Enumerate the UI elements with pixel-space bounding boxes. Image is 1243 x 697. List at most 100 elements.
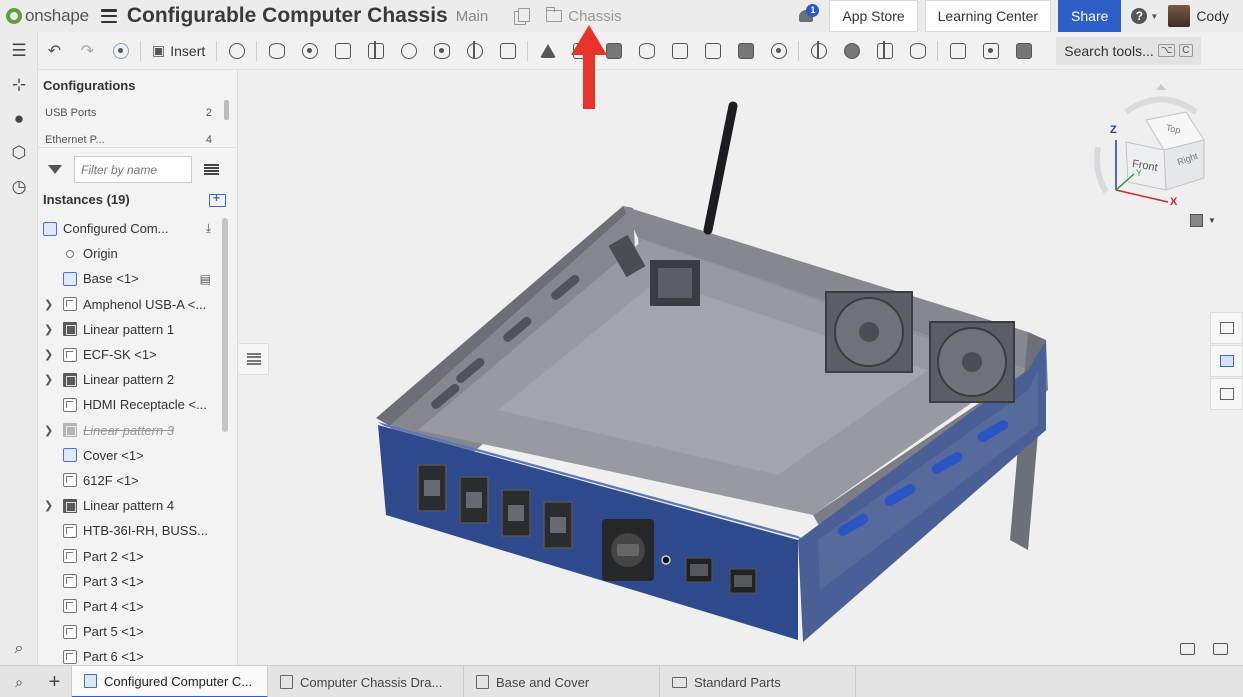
cylindrical-mate-icon[interactable] [392, 36, 425, 66]
appearance-panel-button[interactable] [1210, 345, 1243, 377]
list-item[interactable]: Cover <1> [38, 443, 223, 468]
list-item[interactable]: ❯ ECF-SK <1> [38, 342, 223, 367]
insert-button[interactable]: ▣ Insert [144, 36, 213, 66]
configuration-row[interactable]: USB Ports 2 [45, 107, 212, 119]
tangent-mate-icon[interactable] [531, 36, 564, 66]
mate-search-icon[interactable] [630, 36, 663, 66]
learning-center-button[interactable]: Learning Center [924, 0, 1052, 32]
feature-panel-toggle[interactable] [239, 343, 269, 375]
list-item[interactable]: HDMI Receptacle <... [38, 392, 223, 417]
instance-tree-scrollbar[interactable] [222, 218, 228, 432]
insert-mate-icon[interactable]: ⊹ [0, 68, 38, 102]
view-cube[interactable]: Top Front Right Z X Y [1086, 82, 1236, 232]
ball-mate-icon[interactable] [458, 36, 491, 66]
comments-icon[interactable]: ● [0, 102, 38, 136]
tab-drawing[interactable]: Computer Chassis Dra... [268, 666, 464, 697]
screw-relation-icon[interactable] [901, 36, 934, 66]
undo-icon[interactable]: ↶ [38, 36, 71, 66]
chevron-right-icon[interactable]: ❯ [44, 499, 53, 512]
list-item[interactable]: Origin [38, 241, 223, 266]
user-name[interactable]: Cody [1196, 8, 1229, 24]
linear-relation-icon[interactable] [868, 36, 901, 66]
configuration-row[interactable]: Ethernet P... 4 [45, 134, 212, 146]
list-view-icon[interactable] [204, 163, 219, 176]
parts-list-icon[interactable]: ⬡ [0, 136, 38, 170]
chevron-right-icon[interactable]: ❯ [44, 373, 53, 386]
filter-input[interactable] [74, 156, 192, 183]
list-item[interactable]: Base <1> ▤ [38, 266, 223, 291]
measure-icon[interactable] [941, 36, 974, 66]
list-item[interactable]: ❯ Amphenol USB-A <... [38, 292, 223, 317]
view-search-icon[interactable]: ⌕ [0, 666, 38, 697]
list-item[interactable]: Part 4 <1> [38, 594, 223, 619]
branch-label[interactable]: Main [456, 8, 489, 25]
document-title[interactable]: Configurable Computer Chassis [127, 4, 448, 28]
list-item[interactable]: HTB-36I-RH, BUSS... [38, 518, 223, 543]
relation-icon[interactable] [663, 36, 696, 66]
add-tab-button[interactable]: + [38, 666, 72, 697]
planar-mate-icon[interactable] [359, 36, 392, 66]
selection-tool-icon[interactable] [104, 36, 137, 66]
properties-panel-button[interactable] [1210, 312, 1243, 344]
section-view-icon[interactable] [974, 36, 1007, 66]
graphics-viewport[interactable]: Top Front Right Z X Y ▼ [238, 25, 1243, 665]
list-item[interactable]: Part 2 <1> [38, 543, 223, 568]
configurations-scrollbar[interactable] [224, 100, 229, 120]
chevron-right-icon[interactable]: ❯ [44, 424, 53, 437]
list-item[interactable]: ❯ Linear pattern 3 [38, 418, 223, 443]
fastened-mate-icon[interactable] [260, 36, 293, 66]
gear-icon[interactable] [835, 36, 868, 66]
onshape-logo[interactable]: onshape [6, 6, 89, 26]
display-mode-icon[interactable] [1180, 643, 1195, 655]
part-icon [63, 297, 77, 312]
list-item[interactable]: ❯ Linear pattern 1 [38, 317, 223, 342]
help-dropdown-icon[interactable]: ▼ [1150, 12, 1158, 21]
explode-icon[interactable] [729, 36, 762, 66]
list-item[interactable]: Part 6 <1> [38, 644, 223, 665]
list-item[interactable]: ❯ Linear pattern 4 [38, 493, 223, 518]
revolute-mate-icon[interactable] [293, 36, 326, 66]
share-button[interactable]: Share [1058, 0, 1122, 32]
tab-assembly[interactable]: Configured Computer C... [72, 666, 268, 697]
pin-slot-mate-icon[interactable] [425, 36, 458, 66]
download-icon[interactable]: ⤓ [206, 221, 211, 236]
bom-icon[interactable] [1007, 36, 1040, 66]
notifications-bell-icon[interactable]: 1 [797, 4, 820, 25]
slider-mate-icon[interactable] [326, 36, 359, 66]
list-item[interactable]: 612F <1> [38, 468, 223, 493]
parallel-mate-icon[interactable] [491, 36, 524, 66]
feature-list-icon[interactable]: ☰ [0, 34, 38, 68]
list-item[interactable]: Part 3 <1> [38, 569, 223, 594]
bom-panel-button[interactable] [1210, 378, 1243, 410]
list-item-label: Linear pattern 2 [83, 372, 175, 388]
tab-part-studio[interactable]: Base and Cover [464, 666, 660, 697]
chevron-right-icon[interactable]: ❯ [44, 298, 53, 311]
gear-relation-icon[interactable] [696, 36, 729, 66]
view-options-icon[interactable]: ▼ [1190, 212, 1218, 228]
list-item[interactable]: ❯ Linear pattern 2 [38, 367, 223, 392]
menu-icon[interactable] [100, 9, 117, 23]
copy-icon[interactable] [514, 8, 531, 25]
new-folder-icon[interactable] [209, 191, 226, 207]
chevron-right-icon[interactable]: ❯ [44, 348, 53, 361]
configuration-value[interactable]: 2 [206, 107, 212, 119]
list-item[interactable]: Part 5 <1> [38, 619, 223, 644]
tab-folder[interactable]: Standard Parts [660, 666, 856, 697]
section-icon[interactable] [1213, 643, 1228, 655]
stopwatch-icon[interactable]: ◷ [0, 170, 38, 204]
pattern-icon[interactable] [762, 36, 795, 66]
app-store-button[interactable]: App Store [829, 0, 918, 32]
view-search-icon[interactable]: ⌕ [0, 633, 38, 665]
rack-pinion-icon[interactable] [802, 36, 835, 66]
list-item[interactable]: Configured Com... ⤓ [38, 216, 223, 241]
replicate-icon[interactable] [220, 36, 253, 66]
help-icon[interactable]: ? [1131, 8, 1148, 24]
filter-icon[interactable] [48, 165, 62, 174]
folder-breadcrumb[interactable]: Chassis [545, 7, 622, 25]
chevron-right-icon[interactable]: ❯ [44, 323, 53, 336]
redo-icon[interactable]: ↷ [71, 36, 104, 66]
insert-icon: ▣ [152, 42, 166, 58]
search-tools-button[interactable]: Search tools... ⌥ C [1056, 36, 1201, 65]
avatar[interactable] [1168, 5, 1191, 27]
configuration-value[interactable]: 4 [206, 134, 212, 146]
